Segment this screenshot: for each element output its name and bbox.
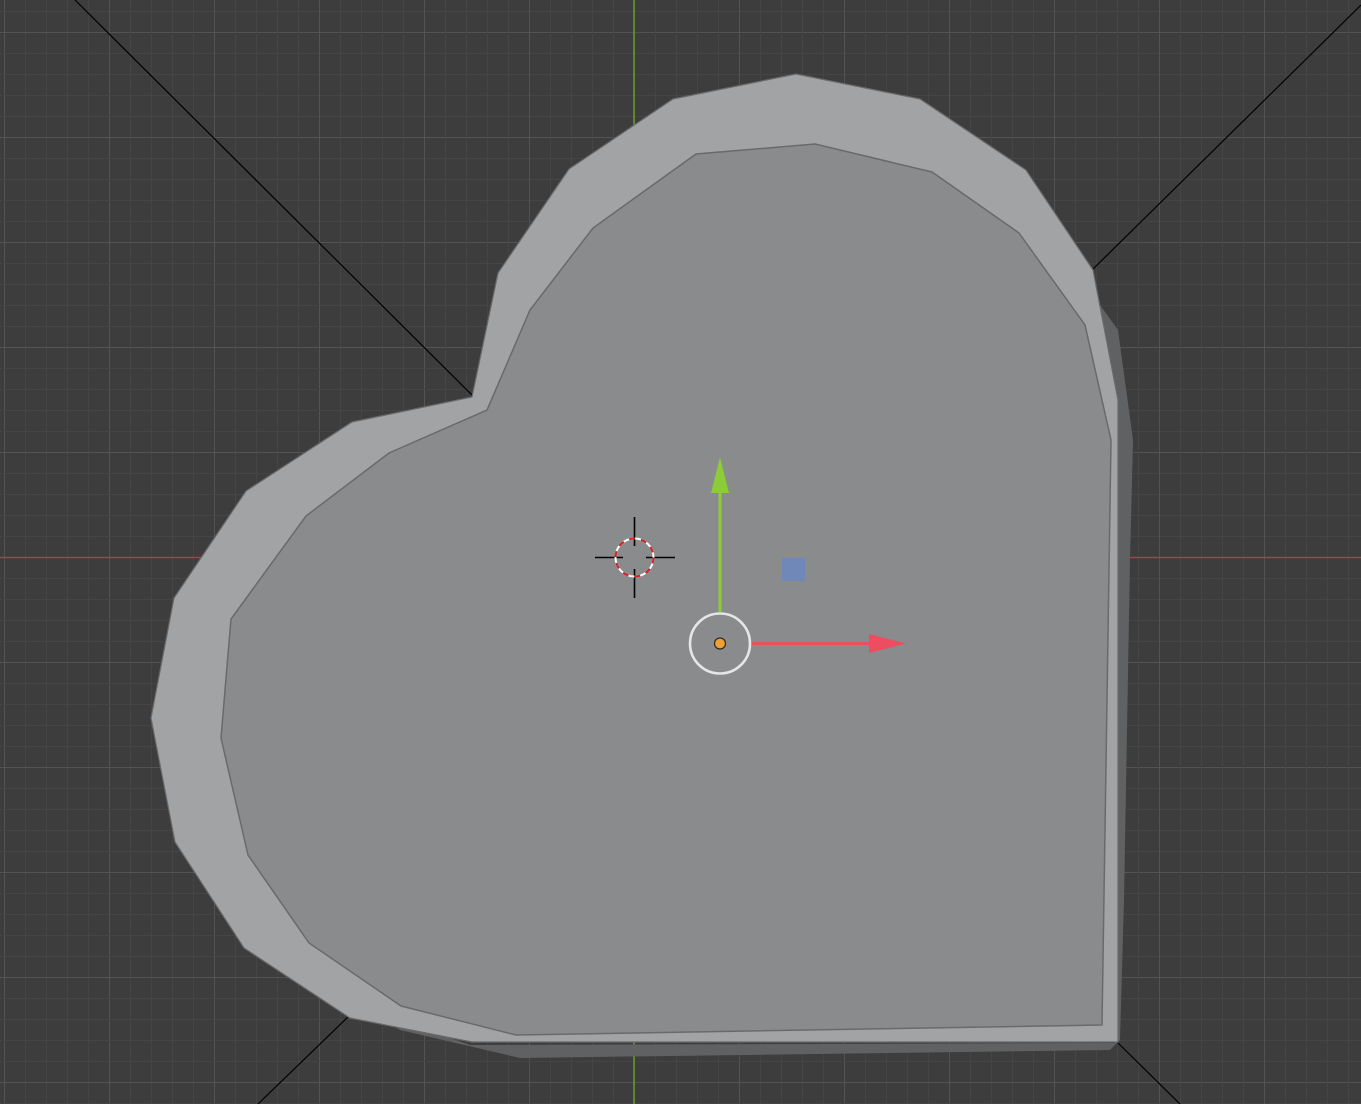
3d-viewport[interactable] <box>0 0 1361 1104</box>
xy-plane-handle-icon[interactable] <box>782 558 805 581</box>
object-origin-dot-icon <box>713 637 727 650</box>
